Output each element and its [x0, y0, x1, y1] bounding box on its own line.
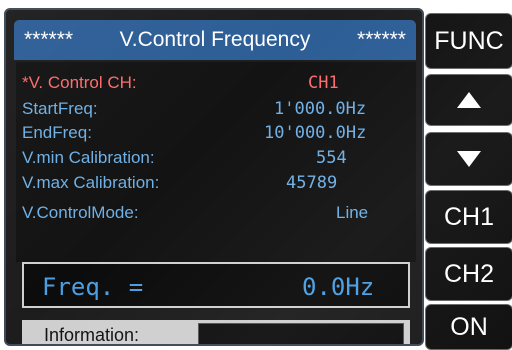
ch2-button-label: CH2 [443, 259, 494, 288]
param-value: CH1 [308, 73, 339, 93]
menu-title: V.Control Frequency [119, 28, 311, 51]
up-button[interactable] [425, 74, 512, 126]
ch1-button-label: CH1 [443, 202, 494, 231]
information-label: Information: [44, 325, 140, 345]
param-row-endfreq[interactable]: EndFreq: 10'000.0Hz [22, 122, 412, 144]
ch1-button[interactable]: CH1 [425, 190, 512, 244]
title-right-stars: ****** [356, 28, 406, 51]
param-row-startfreq[interactable]: StartFreq: 1'000.0Hz [22, 98, 412, 120]
on-button[interactable]: ON [425, 304, 512, 350]
param-label: V.max Calibration: [22, 173, 160, 192]
param-row-vmin-calibration[interactable]: V.min Calibration: 554 [22, 147, 412, 169]
param-value: 554 [316, 148, 347, 168]
instrument-screen: ****** V.Control Frequency ****** *V. Co… [4, 8, 424, 346]
param-row-vcontrol-ch[interactable]: *V. Control CH: CH1 [22, 72, 412, 94]
frequency-value: 0.0Hz [302, 273, 375, 301]
down-button[interactable] [425, 132, 512, 186]
parameter-list: *V. Control CH: CH1 StartFreq: 1'000.0Hz… [16, 62, 416, 262]
param-label: V.ControlMode: [22, 203, 139, 222]
param-label: *V. Control CH: [22, 73, 137, 92]
information-field [198, 323, 404, 344]
up-arrow-icon [457, 92, 481, 108]
func-button[interactable]: FUNC [425, 13, 512, 69]
param-row-vmax-calibration[interactable]: V.max Calibration: 45789 [22, 172, 412, 194]
title-left-stars: ****** [24, 28, 74, 51]
frequency-readout: Freq. = 0.0Hz [22, 262, 410, 308]
on-button-label: ON [450, 312, 488, 341]
information-bar: Information: [22, 320, 410, 345]
param-label: StartFreq: [22, 99, 98, 118]
param-value: 10'000.0Hz [264, 123, 367, 143]
param-label: V.min Calibration: [22, 148, 155, 167]
param-label: EndFreq: [22, 123, 92, 142]
down-arrow-icon [457, 151, 481, 167]
menu-title-bar: ****** V.Control Frequency ****** [14, 20, 416, 60]
func-button-label: FUNC [434, 26, 504, 55]
softkey-column: FUNC CH1 CH2 ON [425, 8, 512, 350]
param-row-vcontrol-mode[interactable]: V.ControlMode: Line [22, 202, 412, 224]
frequency-label: Freq. = [42, 273, 144, 301]
param-value: 45789 [286, 173, 338, 193]
param-value: 1'000.0Hz [274, 99, 367, 119]
ch2-button[interactable]: CH2 [425, 247, 512, 301]
param-value: Line [336, 203, 369, 222]
